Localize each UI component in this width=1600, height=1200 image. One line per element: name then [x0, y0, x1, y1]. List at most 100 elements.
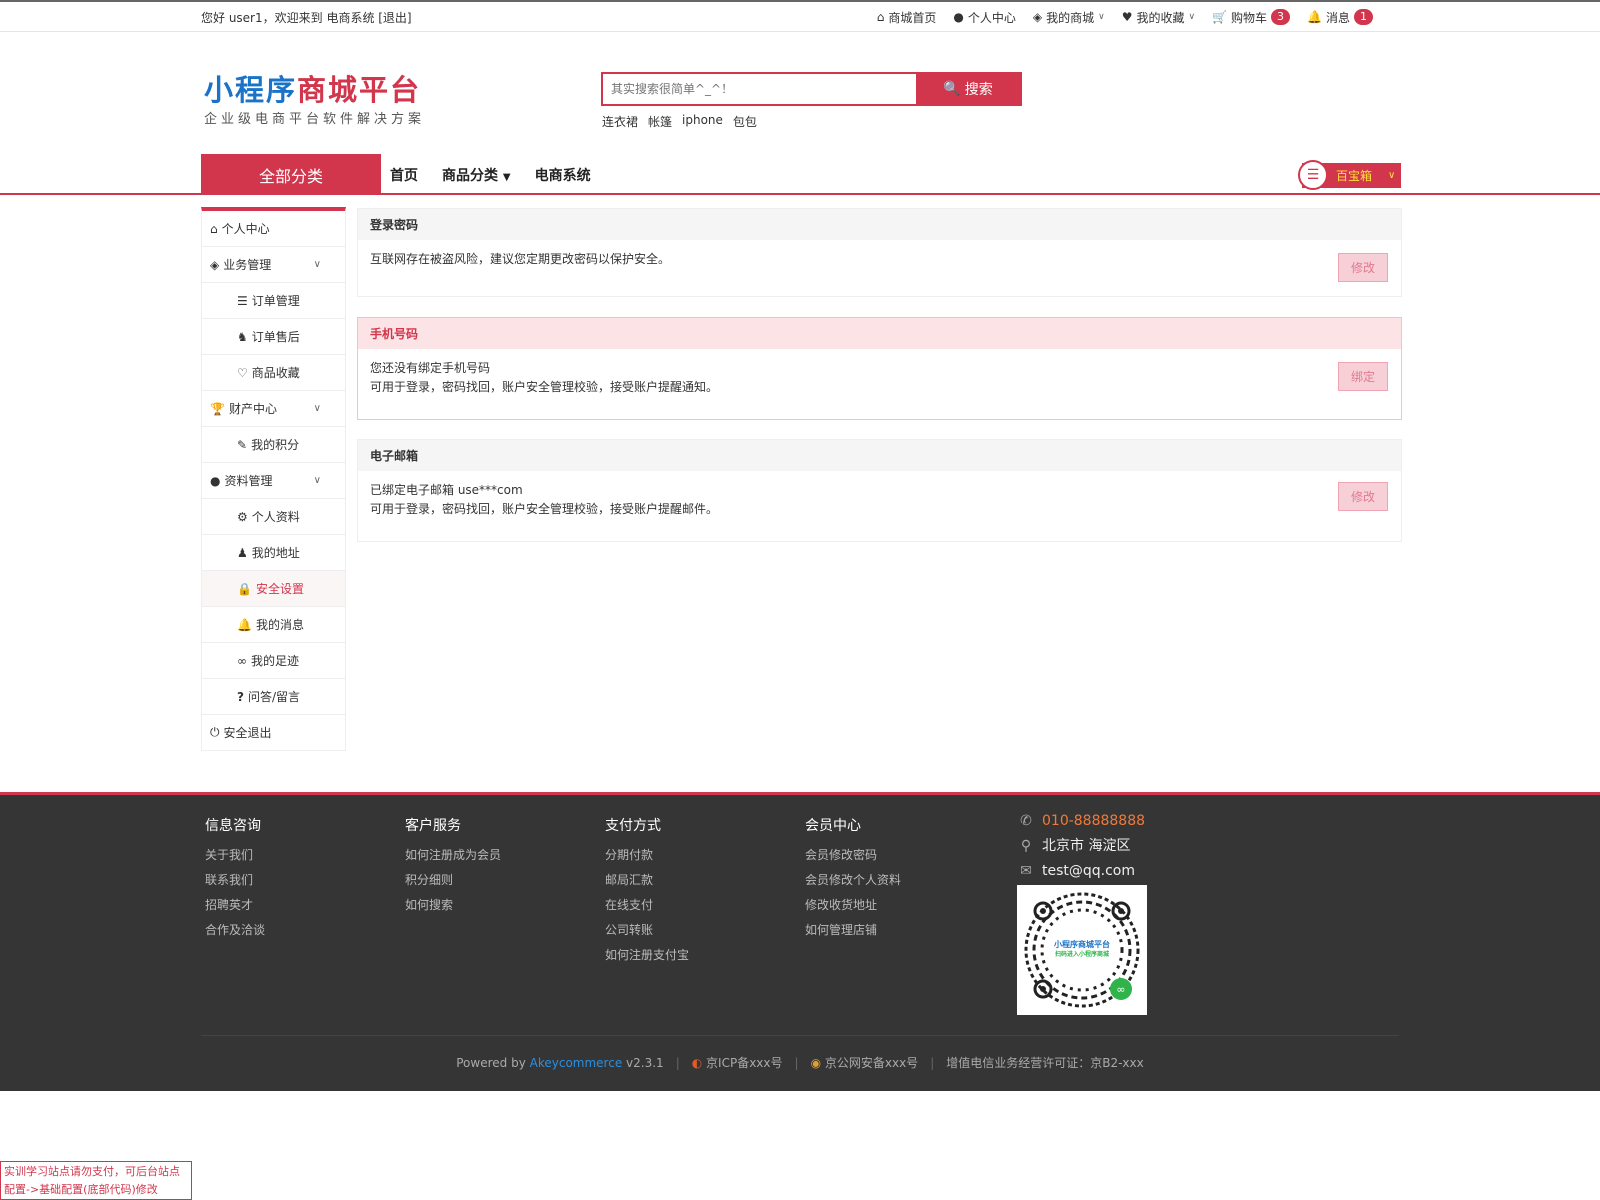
sidebar-item-after-sale[interactable]: ♞ 订单售后 — [202, 319, 345, 355]
sidebar-item-label: 财产中心 — [228, 402, 277, 416]
treasure-box-button[interactable]: ☰ 百宝箱 ∨ — [1298, 160, 1401, 190]
question-icon: ? — [237, 689, 244, 704]
top-nav: ⌂ 商城首页 ● 个人中心 ◈ 我的商城 ∨ ♥ 我的收藏 ∨ 🛒 购物车 3 🔔 消息 1 — [877, 9, 1373, 26]
bell-icon: 🔔 — [1307, 10, 1322, 24]
top-nav-user-center[interactable]: ● 个人中心 — [953, 9, 1016, 26]
svg-text:∞: ∞ — [1116, 983, 1125, 996]
hot-keyword[interactable]: 帐篷 — [648, 113, 672, 130]
user-icon: ● — [210, 473, 221, 488]
site-logo[interactable]: 小程序商城平台 企业级电商平台软件解决方案 — [204, 72, 425, 127]
footer-link[interactable]: 如何注册成为会员 — [405, 843, 501, 868]
hot-keyword[interactable]: 连衣裙 — [602, 113, 638, 130]
sidebar-item-label: 我的积分 — [251, 438, 300, 452]
bind-phone-button[interactable]: 绑定 — [1338, 362, 1388, 391]
sidebar-item-label: 资料管理 — [224, 474, 273, 488]
sidebar-item-favorites[interactable]: ♡ 商品收藏 — [202, 355, 345, 391]
footer-column-payment: 支付方式 分期付款 邮局汇款 在线支付 公司转账 如何注册支付宝 — [605, 815, 689, 968]
icp-record[interactable]: ◐ 京ICP备xxx号 — [692, 1054, 783, 1071]
treasure-box-label: 百宝箱 — [1336, 169, 1373, 183]
search-button-label: 搜索 — [964, 82, 993, 98]
sidebar-item-logout[interactable]: ⏻ 安全退出 — [202, 715, 345, 751]
footer-link[interactable]: 招聘英才 — [205, 893, 265, 918]
chevron-down-icon: ∨ — [313, 475, 321, 486]
sidebar-item-label: 个人中心 — [221, 222, 270, 236]
top-nav-my-mall[interactable]: ◈ 我的商城 ∨ — [1033, 9, 1105, 26]
sidebar-item-user-center[interactable]: ⌂ 个人中心 — [202, 211, 345, 247]
footer-column-title: 支付方式 — [605, 818, 661, 834]
footprint-icon: ∞ — [237, 653, 247, 668]
training-site-notice: 实训学习站点请勿支付，可后台站点配置->基础配置(底部代码)修改 — [0, 1161, 192, 1200]
sidebar-item-messages[interactable]: 🔔 我的消息 — [202, 607, 345, 643]
sidebar-item-security[interactable]: 🔒 安全设置 — [202, 571, 345, 607]
divider: | — [675, 1055, 680, 1070]
sidebar-item-orders[interactable]: ☰ 订单管理 — [202, 283, 345, 319]
panel-title: 登录密码 — [358, 209, 1401, 240]
nav-home[interactable]: 首页 — [390, 165, 418, 185]
list-icon: ☰ — [237, 293, 248, 308]
sidebar-item-profile-management[interactable]: ● 资料管理 ∨ — [202, 463, 345, 499]
footer-link[interactable]: 合作及洽谈 — [205, 918, 265, 943]
nav-categories[interactable]: 商品分类 ▼ — [442, 165, 511, 185]
search-button[interactable]: 🔍 搜索 — [916, 74, 1020, 104]
phone-panel: 手机号码 您还没有绑定手机号码 可用于登录，密码找回，账户安全管理校验，接受账户… — [357, 317, 1402, 420]
envelope-icon: ✉ — [1020, 863, 1032, 879]
footer-link[interactable]: 会员修改个人资料 — [805, 868, 901, 893]
cart-count-badge: 3 — [1271, 9, 1291, 25]
sidebar-item-points[interactable]: ✎ 我的积分 — [202, 427, 345, 463]
divider: | — [930, 1055, 935, 1070]
panel-title: 手机号码 — [358, 318, 1401, 349]
top-bar: 您好 user1，欢迎来到 电商系统 [退出] ⌂ 商城首页 ● 个人中心 ◈ 我的商… — [0, 0, 1600, 32]
sidebar-item-business[interactable]: ◈ 业务管理 ∨ — [202, 247, 345, 283]
footer-link[interactable]: 如何管理店铺 — [805, 918, 901, 943]
panel-description: 已绑定电子邮箱 use***com — [370, 483, 523, 497]
panel-title: 电子邮箱 — [358, 440, 1401, 471]
hot-keyword[interactable]: iphone — [682, 113, 723, 130]
change-email-button[interactable]: 修改 — [1338, 482, 1388, 511]
qr-caption-subtitle: 扫码进入小程序商城 — [1054, 951, 1109, 958]
chevron-down-icon: ∨ — [1098, 12, 1105, 22]
search-input[interactable] — [603, 74, 916, 104]
sidebar-item-address[interactable]: ♟ 我的地址 — [202, 535, 345, 571]
heart-outline-icon: ♡ — [237, 365, 248, 380]
footer-link[interactable]: 联系我们 — [205, 868, 265, 893]
footer-link[interactable]: 公司转账 — [605, 918, 689, 943]
hot-keyword[interactable]: 包包 — [733, 113, 757, 130]
sidebar-item-label: 问答/留言 — [247, 690, 301, 704]
wrench-icon: ♞ — [237, 329, 248, 344]
sidebar-item-qa[interactable]: ? 问答/留言 — [202, 679, 345, 715]
footer-link[interactable]: 如何搜索 — [405, 893, 501, 918]
akeycommerce-link[interactable]: Akeycommerce — [530, 1056, 623, 1070]
footer-link[interactable]: 关于我们 — [205, 843, 265, 868]
welcome-text[interactable]: 您好 user1，欢迎来到 电商系统 [退出] — [201, 9, 412, 26]
top-nav-messages[interactable]: 🔔 消息 1 — [1307, 9, 1373, 26]
logo-slogan: 企业级电商平台软件解决方案 — [204, 112, 426, 127]
footer-link[interactable]: 如何注册支付宝 — [605, 943, 689, 968]
sidebar-item-assets[interactable]: 🏆 财产中心 ∨ — [202, 391, 345, 427]
sidebar-item-personal-info[interactable]: ⚙ 个人资料 — [202, 499, 345, 535]
sidebar-item-footprints[interactable]: ∞ 我的足迹 — [202, 643, 345, 679]
police-record[interactable]: ◉ 京公网安备xxx号 — [811, 1054, 919, 1071]
heart-icon: ♥ — [1121, 10, 1133, 24]
home-icon: ⌂ — [876, 10, 885, 24]
all-categories-button[interactable]: 全部分类 — [201, 154, 381, 195]
nav-ecommerce[interactable]: 电商系统 — [535, 165, 591, 185]
police-badge-icon: ◉ — [810, 1056, 822, 1070]
change-password-button[interactable]: 修改 — [1338, 253, 1388, 282]
main-nav: 首页 商品分类 ▼ 电商系统 — [390, 154, 591, 195]
footer-link[interactable]: 邮局汇款 — [605, 868, 689, 893]
footer-column-title: 信息咨询 — [205, 818, 261, 834]
top-nav-favorites[interactable]: ♥ 我的收藏 ∨ — [1122, 9, 1195, 26]
search-icon: 🔍 — [943, 81, 961, 97]
footer-link[interactable]: 会员修改密码 — [805, 843, 901, 868]
sidebar-item-label: 我的消息 — [255, 618, 304, 632]
sidebar-item-label: 业务管理 — [223, 258, 272, 272]
footer-link[interactable]: 修改收货地址 — [805, 893, 901, 918]
top-nav-cart[interactable]: 🛒 购物车 3 — [1212, 9, 1291, 26]
contact-address: 北京市 海淀区 — [1042, 838, 1131, 854]
footer-link[interactable]: 积分细则 — [405, 868, 501, 893]
footer-link[interactable]: 分期付款 — [605, 843, 689, 868]
footer-link[interactable]: 在线支付 — [605, 893, 689, 918]
footer-column-title: 会员中心 — [805, 818, 861, 834]
top-nav-home[interactable]: ⌂ 商城首页 — [877, 9, 937, 26]
footer-copyright: Powered by Akeycommerce v2.3.1 | ◐ 京ICP备… — [201, 1035, 1399, 1071]
